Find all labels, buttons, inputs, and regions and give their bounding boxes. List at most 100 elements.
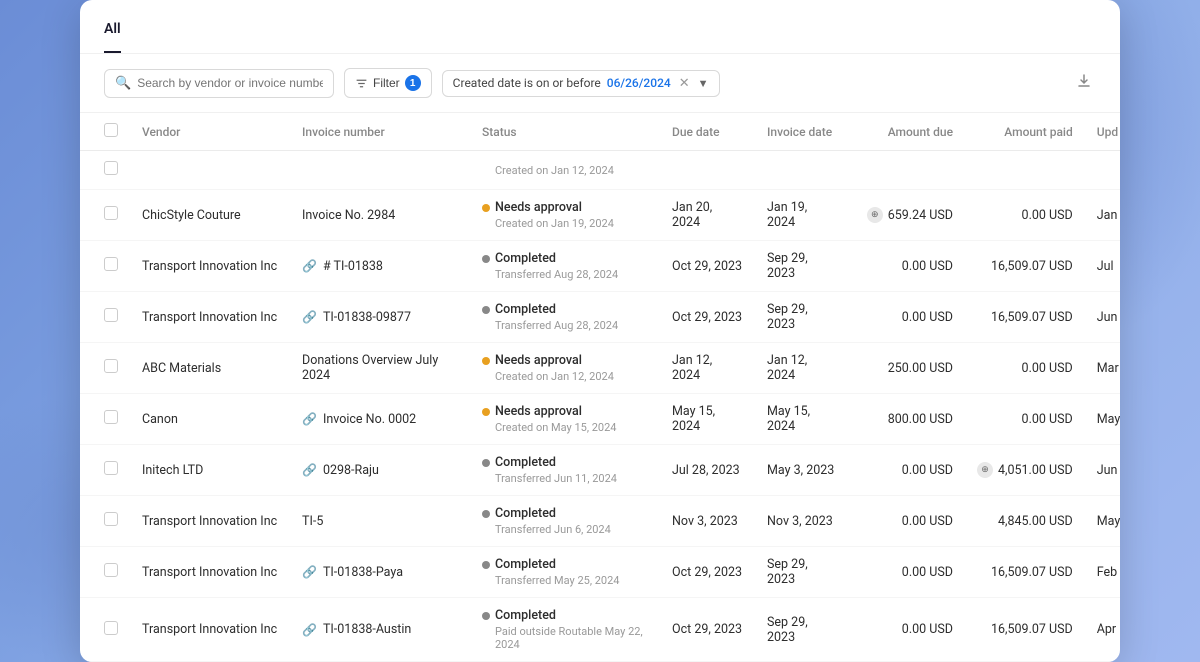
row-invoice-date: Sep 29, 2023 bbox=[755, 598, 850, 662]
row-checkbox[interactable] bbox=[104, 563, 118, 577]
table-row[interactable]: Transport Innovation Inc 🔗 TI-01838-Aust… bbox=[80, 598, 1120, 662]
link-icon: 🔗 bbox=[302, 412, 317, 426]
row-invoice: 🔗 TI-01838-09877 bbox=[290, 292, 470, 343]
col-due-date: Due date bbox=[660, 113, 755, 151]
row-invoice: Invoice No. 2984 bbox=[290, 190, 470, 241]
table-row[interactable]: Transport Innovation Inc 🔗 TI-01838-Paya… bbox=[80, 547, 1120, 598]
download-button[interactable] bbox=[1072, 69, 1096, 98]
filter-button[interactable]: Filter 1 bbox=[344, 68, 432, 98]
status-label: Needs approval bbox=[495, 353, 582, 368]
filter-date-value: 06/26/2024 bbox=[607, 76, 671, 90]
row-vendor: Canon bbox=[130, 394, 290, 445]
table-row[interactable]: Transport Innovation Inc 🔗 TI-01838-0987… bbox=[80, 292, 1120, 343]
row-due-date: Oct 29, 2023 bbox=[660, 241, 755, 292]
table-row[interactable]: Created on Jan 12, 2024 bbox=[80, 151, 1120, 190]
filter-icon bbox=[355, 77, 368, 90]
row-update: Jan bbox=[1085, 190, 1120, 241]
row-vendor: Transport Innovation Inc bbox=[130, 292, 290, 343]
row-amount-paid: 4,845.00 USD bbox=[965, 496, 1085, 547]
row-checkbox[interactable] bbox=[104, 410, 118, 424]
crypto-icon: ⊕ bbox=[977, 462, 993, 478]
row-status: Completed Transferred Aug 28, 2024 bbox=[470, 292, 660, 343]
row-due-date: Jan 20, 2024 bbox=[660, 190, 755, 241]
row-checkbox[interactable] bbox=[104, 359, 118, 373]
row-update: Jun bbox=[1085, 445, 1120, 496]
search-box[interactable]: 🔍 bbox=[104, 69, 334, 98]
col-vendor: Vendor bbox=[130, 113, 290, 151]
row-checkbox[interactable] bbox=[104, 512, 118, 526]
filter-label: Filter bbox=[373, 76, 400, 90]
link-icon: 🔗 bbox=[302, 310, 317, 324]
row-checkbox[interactable] bbox=[104, 308, 118, 322]
row-invoice-date: Sep 29, 2023 bbox=[755, 292, 850, 343]
status-dot bbox=[482, 306, 490, 314]
table-row[interactable]: Canon 🔗 Invoice No. 0002 Needs approval … bbox=[80, 394, 1120, 445]
row-update: Feb bbox=[1085, 547, 1120, 598]
row-status: Completed Transferred Jun 11, 2024 bbox=[470, 445, 660, 496]
row-update: Jul bbox=[1085, 241, 1120, 292]
row-checkbox[interactable] bbox=[104, 461, 118, 475]
table-body: Created on Jan 12, 2024 ChicStyle Coutur… bbox=[80, 151, 1120, 662]
row-amount-due: 0.00 USD bbox=[850, 445, 965, 496]
chevron-down-icon[interactable]: ▼ bbox=[698, 77, 709, 90]
row-amount-due: 0.00 USD bbox=[850, 496, 965, 547]
row-invoice: 🔗 Invoice No. 0002 bbox=[290, 394, 470, 445]
row-vendor: Transport Innovation Inc bbox=[130, 598, 290, 662]
table-row[interactable]: Transport Innovation Inc 🔗 # TI-01838 Co… bbox=[80, 241, 1120, 292]
row-amount-paid: 0.00 USD bbox=[965, 190, 1085, 241]
invoices-table-container: Vendor Invoice number Status Due date In… bbox=[80, 113, 1120, 662]
row-update: Jun bbox=[1085, 292, 1120, 343]
row-invoice: Donations Overview July 2024 bbox=[290, 343, 470, 394]
status-sub: Transferred Aug 28, 2024 bbox=[495, 268, 648, 281]
status-sub: Transferred Aug 28, 2024 bbox=[495, 319, 648, 332]
row-invoice-date: Jan 12, 2024 bbox=[755, 343, 850, 394]
search-input[interactable] bbox=[137, 76, 323, 90]
row-amount-due: 250.00 USD bbox=[850, 343, 965, 394]
filter-clear-button[interactable]: ✕ bbox=[679, 76, 690, 91]
col-update: Upd bbox=[1085, 113, 1120, 151]
row-checkbox[interactable] bbox=[104, 257, 118, 271]
row-update: May bbox=[1085, 394, 1120, 445]
table-row[interactable]: Transport Innovation Inc TI-5 Completed … bbox=[80, 496, 1120, 547]
table-row[interactable]: Initech LTD 🔗 0298-Raju Completed Transf… bbox=[80, 445, 1120, 496]
status-sub: Created on May 15, 2024 bbox=[495, 421, 648, 434]
row-checkbox[interactable] bbox=[104, 206, 118, 220]
row-invoice: 🔗 TI-01838-Paya bbox=[290, 547, 470, 598]
status-label: Needs approval bbox=[495, 200, 582, 215]
filter-condition-chip[interactable]: Created date is on or before 06/26/2024 … bbox=[442, 70, 720, 97]
row-vendor: ChicStyle Couture bbox=[130, 190, 290, 241]
status-dot bbox=[482, 357, 490, 365]
col-invoice-date: Invoice date bbox=[755, 113, 850, 151]
table-row[interactable]: ABC Materials Donations Overview July 20… bbox=[80, 343, 1120, 394]
tab-all[interactable]: All bbox=[104, 21, 121, 53]
row-amount-due bbox=[850, 151, 965, 190]
card-header: All bbox=[80, 0, 1120, 54]
toolbar: 🔍 Filter 1 Created date is on or before … bbox=[80, 54, 1120, 113]
status-label: Completed bbox=[495, 251, 556, 266]
col-invoice: Invoice number bbox=[290, 113, 470, 151]
download-icon bbox=[1076, 73, 1092, 89]
table-row[interactable]: ChicStyle Couture Invoice No. 2984 Needs… bbox=[80, 190, 1120, 241]
row-amount-paid: 16,509.07 USD bbox=[965, 598, 1085, 662]
row-invoice-date: Nov 3, 2023 bbox=[755, 496, 850, 547]
main-card: All 🔍 Filter 1 Created date is on or bef… bbox=[80, 0, 1120, 662]
row-amount-due: 0.00 USD bbox=[850, 241, 965, 292]
row-due-date: May 15, 2024 bbox=[660, 394, 755, 445]
row-invoice: TI-5 bbox=[290, 496, 470, 547]
row-invoice-date bbox=[755, 151, 850, 190]
row-checkbox[interactable] bbox=[104, 621, 118, 635]
status-sub: Transferred Jun 6, 2024 bbox=[495, 523, 648, 536]
status-dot bbox=[482, 255, 490, 263]
row-update: May bbox=[1085, 496, 1120, 547]
row-status: Created on Jan 12, 2024 bbox=[470, 151, 660, 190]
row-status: Needs approval Created on May 15, 2024 bbox=[470, 394, 660, 445]
row-invoice-date: Sep 29, 2023 bbox=[755, 241, 850, 292]
col-amount-paid: Amount paid bbox=[965, 113, 1085, 151]
col-amount-due: Amount due bbox=[850, 113, 965, 151]
row-due-date: Jan 12, 2024 bbox=[660, 343, 755, 394]
select-all-checkbox[interactable] bbox=[104, 123, 118, 137]
row-checkbox[interactable] bbox=[104, 161, 118, 175]
crypto-icon: ⊕ bbox=[867, 207, 883, 223]
row-amount-paid: 16,509.07 USD bbox=[965, 241, 1085, 292]
row-invoice-date: Sep 29, 2023 bbox=[755, 547, 850, 598]
